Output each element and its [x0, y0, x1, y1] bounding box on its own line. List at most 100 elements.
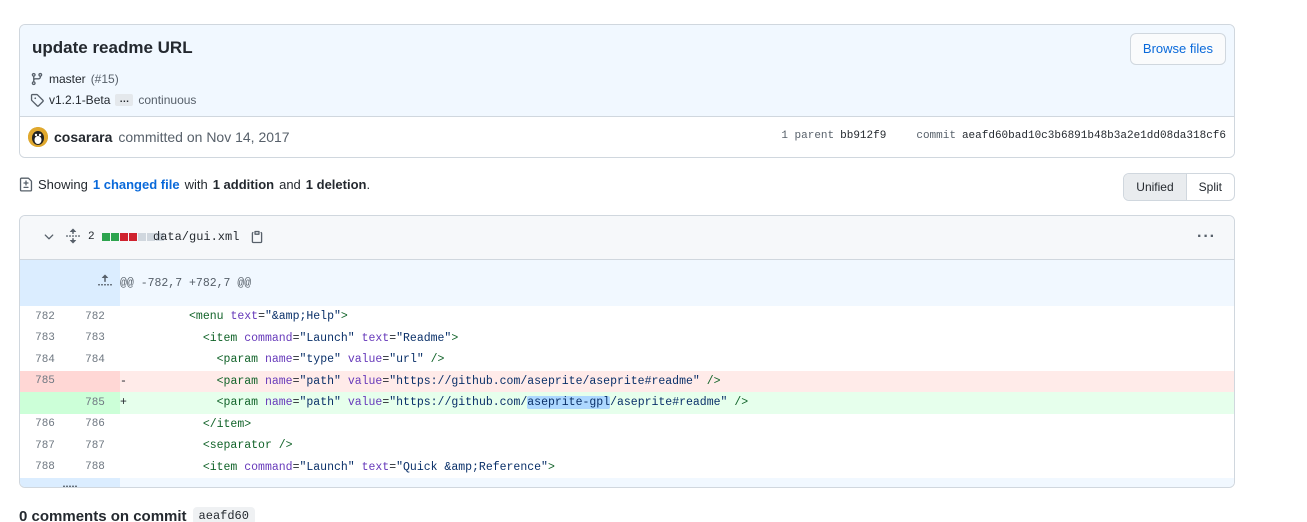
commit-header: update readme URL Browse files master (#…	[20, 25, 1234, 117]
code-tag: <item	[202, 331, 238, 345]
kebab-horizontal-icon[interactable]: ···	[1197, 228, 1216, 246]
code-attr-name: text	[361, 331, 390, 345]
old-line-number[interactable]: 787	[20, 435, 70, 457]
old-line-number[interactable]: 788	[20, 457, 70, 479]
old-line-number[interactable]	[20, 392, 70, 414]
diff-line-row: 782 782 <menu text="&amp;Help">	[20, 306, 1234, 328]
diff-marker	[120, 461, 134, 474]
code-tag: <param	[216, 374, 259, 388]
old-line-number[interactable]: 785	[20, 370, 70, 392]
new-line-number[interactable]: 783	[70, 328, 120, 350]
code-attr-value: "Quick &amp;Reference"	[396, 460, 548, 474]
old-line-number[interactable]: 782	[20, 306, 70, 328]
diff-marker	[120, 418, 134, 431]
code-tag: <menu	[189, 310, 224, 324]
diff-summary: Showing 1 changed file with 1 addition a…	[19, 177, 370, 192]
new-line-number[interactable]: 784	[70, 349, 120, 371]
avatar[interactable]	[28, 127, 48, 147]
commit-meta: cosarara committed on Nov 14, 2017 1 par…	[20, 117, 1234, 157]
branch-name[interactable]: master	[49, 72, 86, 86]
code-line: <item command="Launch" text="Readme">	[120, 328, 1234, 350]
new-line-number[interactable]: 788	[70, 457, 120, 479]
old-line-number[interactable]: 786	[20, 414, 70, 436]
code-attr-value: "path"	[299, 396, 341, 410]
code-attr-name: name	[264, 374, 293, 388]
commit-date: committed on Nov 14, 2017	[118, 129, 290, 145]
fold-up-icon[interactable]	[20, 260, 120, 306]
code-tag: <param	[216, 396, 259, 410]
sha-info: 1 parent bb912f9 commit aeafd60bad10c3b6…	[781, 130, 1226, 142]
new-line-number[interactable]: 787	[70, 435, 120, 457]
chevron-down-icon[interactable]	[42, 230, 56, 244]
code-attr-name: name	[264, 353, 293, 367]
new-line-number[interactable]: 785	[70, 392, 120, 414]
code-line: <separator />	[120, 435, 1234, 457]
diffstat-block	[138, 233, 146, 241]
and-label: and	[279, 177, 301, 192]
new-line-number[interactable]: 786	[70, 414, 120, 436]
code-line: </item>	[120, 414, 1234, 436]
git-branch-icon	[31, 72, 43, 86]
split-button[interactable]: Split	[1187, 174, 1234, 200]
diff-marker	[120, 310, 134, 323]
code-attr-name: text	[230, 310, 259, 324]
old-line-number[interactable]: 784	[20, 349, 70, 371]
code-tag: <separator	[202, 439, 272, 453]
diffstat-block	[129, 233, 137, 241]
code-tag: </item>	[202, 417, 252, 431]
diff-marker	[120, 353, 134, 366]
old-line-number[interactable]: 783	[20, 328, 70, 350]
tag-more-name[interactable]: continuous	[138, 93, 196, 107]
comments-heading: 0 comments on commit aeafd60	[19, 507, 255, 522]
code-tag-close: />	[271, 439, 293, 453]
new-line-number[interactable]: 782	[70, 306, 120, 328]
pr-link[interactable]: (#15)	[91, 72, 119, 86]
code-attr-value: "https://github.com/	[389, 396, 528, 410]
code-tag-close: />	[727, 396, 749, 410]
parent-sha-link[interactable]: bb912f9	[840, 130, 886, 142]
author-name[interactable]: cosarara	[54, 129, 112, 145]
code-attr-value: "url"	[389, 353, 424, 367]
file-header: 2 data/gui.xml ···	[20, 216, 1234, 260]
code-tag-close: >	[340, 310, 348, 324]
diff-marker	[120, 332, 134, 345]
diff-line-row: 787 787 <separator />	[20, 435, 1234, 457]
branch-line: master (#15)	[30, 72, 119, 86]
diff-marker: -	[120, 374, 134, 388]
commit-box: update readme URL Browse files master (#…	[19, 24, 1235, 158]
additions-count: 1 addition	[212, 177, 275, 192]
comments-label: 0 comments on commit	[19, 507, 187, 522]
commit-sha: aeafd60bad10c3b6891b48b3a2e1dd08da318cf6	[961, 130, 1226, 142]
period: .	[366, 177, 371, 192]
hunk-header-row: @@ -782,7 +782,7 @@	[20, 260, 1234, 306]
file-diff-icon	[19, 177, 33, 192]
commit-label: commit	[916, 130, 956, 142]
code-tag: <item	[202, 460, 238, 474]
code-line: + <param name="path" value="https://gith…	[120, 392, 1234, 414]
copy-icon[interactable]	[250, 229, 264, 245]
diff-line-row: 783 783 <item command="Launch" text="Read…	[20, 328, 1234, 350]
changed-files-link[interactable]: 1 changed file	[93, 177, 180, 192]
more-tags-button[interactable]: …	[115, 94, 134, 106]
file-name-link[interactable]: data/gui.xml	[153, 230, 239, 244]
code-attr-name: name	[264, 396, 293, 410]
diff-line-row: 786 786 </item>	[20, 414, 1234, 436]
unified-button[interactable]: Unified	[1124, 174, 1187, 200]
diff-line-row: 788 788 <item command="Launch" text="Quic…	[20, 457, 1234, 479]
unfold-icon[interactable]	[65, 228, 81, 244]
new-line-number[interactable]	[70, 370, 120, 392]
diff-view-toggle: Unified Split	[1123, 173, 1235, 201]
fold-down-icon[interactable]	[20, 478, 120, 487]
code-tag-close: />	[423, 353, 445, 367]
code-attr-name: value	[347, 396, 383, 410]
browse-files-button[interactable]: Browse files	[1129, 33, 1226, 65]
tag-name[interactable]: v1.2.1-Beta	[49, 93, 110, 107]
diff-line-row: 784 784 <param name="type" value="url" />	[20, 349, 1234, 371]
